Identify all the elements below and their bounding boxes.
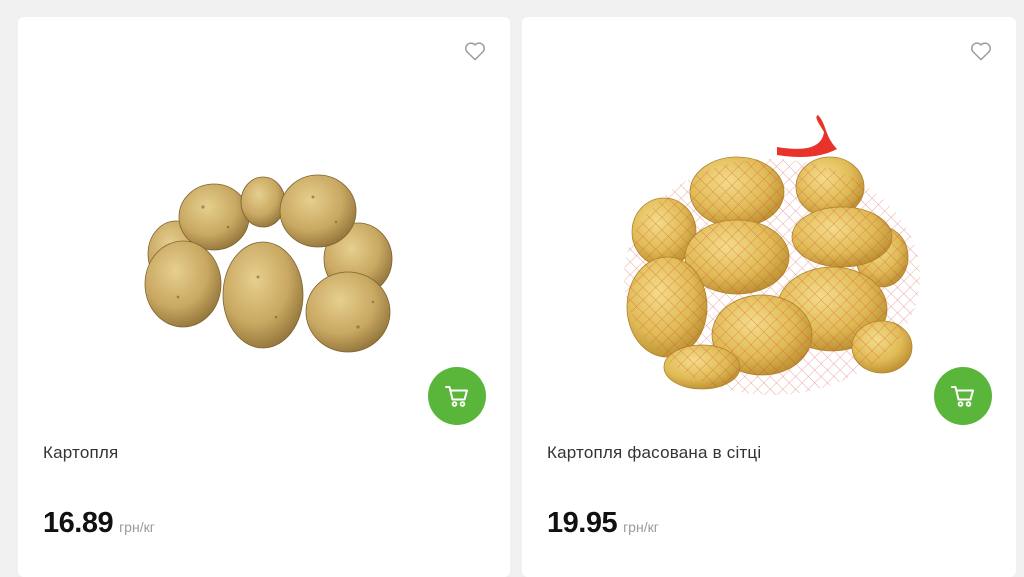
product-image-potatoes[interactable]	[18, 77, 510, 407]
add-to-cart-button[interactable]	[428, 367, 486, 425]
favorite-heart-icon[interactable]	[464, 41, 486, 61]
price-row: 16.89 грн/кг	[43, 507, 155, 540]
product-card[interactable]: Картопля фасована в сітці 19.95 грн/кг	[522, 17, 1016, 577]
potato-pile	[144, 174, 393, 353]
price-unit: грн/кг	[119, 519, 155, 535]
shopping-cart-icon	[445, 386, 468, 407]
shopping-cart-icon	[951, 386, 974, 407]
favorite-heart-icon[interactable]	[970, 41, 992, 61]
product-price: 16.89	[43, 507, 114, 539]
product-name[interactable]: Картопля	[43, 443, 118, 463]
add-to-cart-button[interactable]	[934, 367, 992, 425]
product-image-potatoes-net-bag[interactable]	[522, 77, 1016, 407]
price-row: 19.95 грн/кг	[547, 507, 659, 540]
price-unit: грн/кг	[623, 519, 659, 535]
net-bag-tie	[777, 115, 837, 157]
product-price: 19.95	[547, 507, 618, 539]
product-name[interactable]: Картопля фасована в сітці	[547, 443, 761, 463]
product-card[interactable]: Картопля 16.89 грн/кг	[18, 17, 510, 577]
